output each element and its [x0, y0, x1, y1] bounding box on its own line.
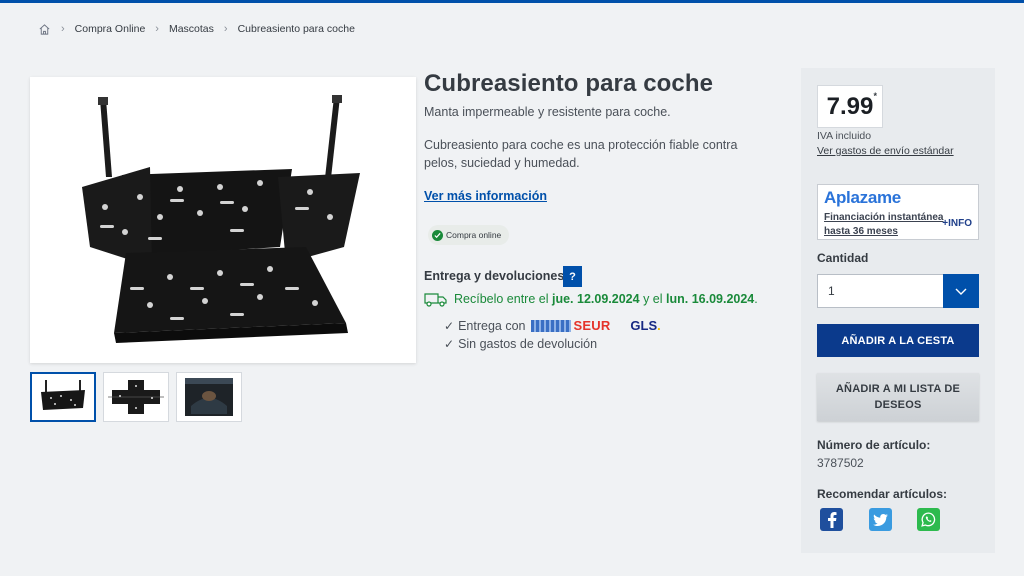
breadcrumb-home[interactable] [38, 23, 51, 36]
seur-logo-text: SEUR [573, 318, 611, 333]
quantity-value: 1 [828, 284, 835, 298]
article-number-label: Número de artículo: [817, 438, 931, 452]
twitter-share-button[interactable] [869, 508, 892, 531]
whatsapp-share-button[interactable] [917, 508, 940, 531]
aplazame-logo: Aplazame [824, 188, 901, 207]
gls-logo: GLS. [630, 318, 660, 333]
breadcrumb: › Compra Online › Mascotas › Cubreasient… [38, 20, 355, 38]
delivery-date-to: lun. 16.09.2024 [666, 292, 755, 306]
thumbnail-strip [30, 372, 242, 422]
breadcrumb-item-mascotas[interactable]: Mascotas [169, 23, 214, 35]
no-return-cost-line: ✓ Sin gastos de devolución [444, 337, 597, 351]
whatsapp-icon [921, 512, 936, 527]
recommend-label: Recomendar artículos: [817, 487, 948, 501]
product-main-image[interactable] [30, 77, 416, 363]
facebook-icon [828, 511, 837, 528]
price-footnote-mark: * [873, 91, 877, 101]
breadcrumb-item-compra-online[interactable]: Compra Online [75, 23, 146, 35]
online-purchase-badge: Compra online [428, 225, 510, 245]
chevron-down-icon[interactable] [943, 274, 979, 308]
quantity-select[interactable]: 1 [817, 274, 979, 308]
breadcrumb-separator: › [61, 23, 65, 35]
purchase-panel: 7.99 * IVA incluido Ver gastos de envío … [801, 68, 995, 553]
breadcrumb-separator: › [223, 23, 228, 35]
gls-logo-text: GLS [630, 318, 658, 333]
aplazame-financing-box[interactable]: Aplazame Financiación instantánea hasta … [817, 184, 979, 240]
more-info-link[interactable]: Ver más información [424, 189, 547, 203]
top-accent-bar [0, 0, 1024, 3]
quantity-label: Cantidad [817, 251, 869, 265]
thumbnail-image [41, 380, 85, 410]
thumbnail-image [108, 380, 164, 414]
delivery-date-suffix: . [754, 292, 758, 306]
truck-icon [424, 293, 447, 307]
badge-label: Compra online [446, 230, 502, 240]
aplazame-info-link[interactable]: +INFO [942, 218, 972, 229]
product-description: Cubreasiento para coche es una protecció… [424, 138, 738, 170]
vat-note: IVA incluido [817, 130, 872, 142]
shipping-costs-link[interactable]: Ver gastos de envío estándar [817, 145, 954, 157]
no-return-cost-text: Sin gastos de devolución [458, 337, 598, 351]
seur-logo: SEUR [531, 318, 610, 333]
gls-logo-dot: . [657, 318, 661, 333]
seat-cover-image [82, 95, 360, 343]
breadcrumb-separator: › [155, 23, 159, 35]
delivery-help-button[interactable]: ? [563, 266, 582, 287]
thumbnail-2[interactable] [103, 372, 169, 422]
home-icon [39, 23, 50, 35]
check-mark-icon: ✓ [444, 318, 455, 333]
price-value: 7.99 [826, 92, 874, 120]
thumbnail-image [185, 378, 233, 416]
add-to-wishlist-button[interactable]: AÑADIR A MI LISTA DE DESEOS [817, 373, 979, 421]
price-box: 7.99 * [817, 85, 883, 128]
delivery-date-mid: y el [643, 292, 663, 306]
product-subtitle: Manta impermeable y resistente para coch… [424, 105, 671, 119]
breadcrumb-item-current: Cubreasiento para coche [237, 23, 355, 35]
check-circle-icon [432, 229, 443, 241]
twitter-icon [873, 513, 888, 526]
carrier-prefix: Entrega con [458, 318, 526, 333]
check-mark-icon: ✓ [444, 337, 455, 351]
aplazame-financing-text[interactable]: Financiación instantánea hasta 36 meses [824, 211, 944, 239]
thumbnail-1[interactable] [30, 372, 96, 422]
delivery-date-prefix: Recíbelo entre el [454, 292, 549, 306]
delivery-date-from: jue. 12.09.2024 [552, 292, 640, 306]
delivery-estimate: Recíbelo entre el jue. 12.09.2024 y el l… [424, 291, 758, 307]
delivery-label: Entrega y devoluciones: [424, 269, 569, 283]
facebook-share-button[interactable] [820, 508, 843, 531]
thumbnail-3[interactable] [176, 372, 242, 422]
carrier-line: ✓ Entrega con SEUR GLS. [444, 318, 661, 333]
add-to-cart-button[interactable]: AÑADIR A LA CESTA [817, 324, 979, 357]
product-title: Cubreasiento para coche [424, 70, 714, 97]
article-number-value: 3787502 [817, 456, 864, 470]
